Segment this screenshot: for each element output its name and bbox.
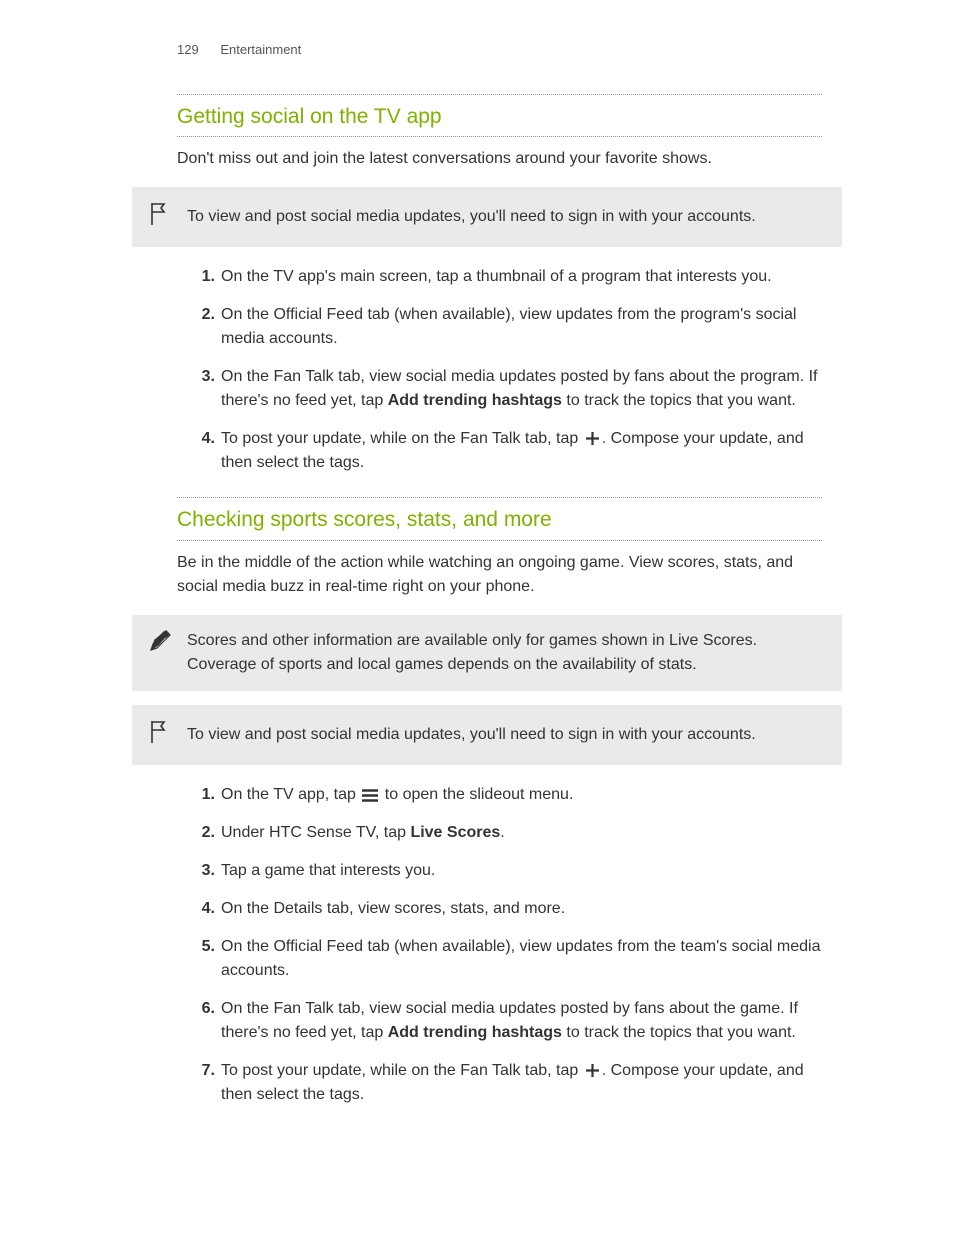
callout-flag-2: To view and post social media updates, y…	[132, 705, 842, 765]
heading-sports: Checking sports scores, stats, and more	[177, 497, 822, 541]
plus-icon	[585, 431, 600, 446]
step: On the Fan Talk tab, view social media u…	[221, 997, 822, 1045]
document-page: 129 Entertainment Getting social on the …	[0, 0, 954, 1161]
step: On the Fan Talk tab, view social media u…	[221, 365, 822, 413]
callout-text: Scores and other information are availab…	[187, 632, 757, 673]
bold-livescores: Live Scores	[410, 824, 500, 841]
step: Tap a game that interests you.	[221, 859, 822, 883]
step: Under HTC Sense TV, tap Live Scores.	[221, 821, 822, 845]
content: Getting social on the TV app Don't miss …	[0, 94, 954, 1107]
step: To post your update, while on the Fan Ta…	[221, 427, 822, 475]
plus-icon	[585, 1063, 600, 1078]
step: On the TV app, tap to open the slideout …	[221, 783, 822, 807]
callout-pen: Scores and other information are availab…	[132, 615, 842, 691]
step: On the Official Feed tab (when available…	[221, 303, 822, 351]
callout-text: To view and post social media updates, y…	[187, 208, 756, 225]
page-header: 129 Entertainment	[0, 40, 954, 90]
step: On the Official Feed tab (when available…	[221, 935, 822, 983]
steps-social: On the TV app's main screen, tap a thumb…	[177, 265, 822, 475]
section-name: Entertainment	[220, 42, 301, 57]
steps-sports: On the TV app, tap to open the slideout …	[177, 783, 822, 1107]
pen-icon	[148, 629, 172, 657]
page-number: 129	[177, 42, 199, 57]
intro-sports: Be in the middle of the action while wat…	[177, 551, 822, 599]
step: On the TV app's main screen, tap a thumb…	[221, 265, 822, 289]
callout-flag-1: To view and post social media updates, y…	[132, 187, 842, 247]
bold-hashtags: Add trending hashtags	[388, 392, 562, 409]
step: On the Details tab, view scores, stats, …	[221, 897, 822, 921]
flag-icon	[148, 201, 172, 229]
flag-icon	[148, 719, 172, 747]
step: To post your update, while on the Fan Ta…	[221, 1059, 822, 1107]
callout-text: To view and post social media updates, y…	[187, 726, 756, 743]
menu-icon	[362, 789, 378, 802]
intro-social: Don't miss out and join the latest conve…	[177, 147, 822, 171]
bold-hashtags-2: Add trending hashtags	[388, 1024, 562, 1041]
heading-social: Getting social on the TV app	[177, 94, 822, 138]
